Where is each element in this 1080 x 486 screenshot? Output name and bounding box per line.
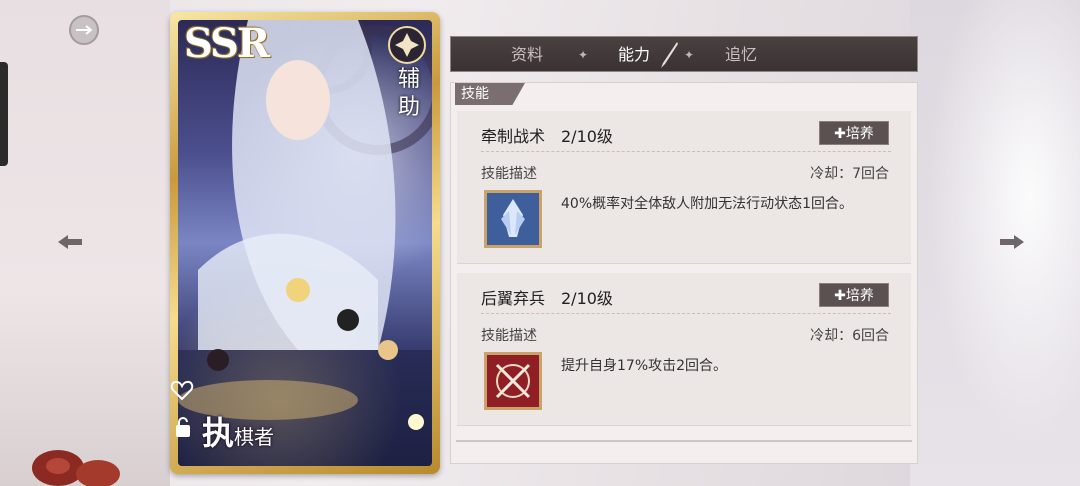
lock-icon[interactable] (174, 416, 192, 438)
train-button[interactable]: ✚培养 (819, 283, 889, 307)
skill-name: 后翼弃兵 (481, 289, 546, 308)
role-label: 辅助 (397, 67, 420, 120)
character-card[interactable]: SSR 辅助 (170, 12, 440, 474)
train-button-label: 培养 (845, 126, 874, 142)
skill-card: 后翼弃兵 2/10级 ✚培养 技能描述 冷却：6回合 提升自身17%攻击2回合。 (457, 273, 911, 426)
skills-content: 技能 牵制战术 2/10级 ✚培养 技能描述 冷却：7回合 40%概率对全体敌人… (450, 82, 918, 464)
quill-pen-icon (661, 42, 678, 68)
character-artwork (178, 20, 432, 466)
plus-icon: ✚ (834, 288, 846, 304)
character-name: 执棋者 (202, 408, 274, 454)
skill-level: 2/10级 (561, 127, 613, 146)
skill-description: 提升自身17%攻击2回合。 (561, 358, 728, 374)
crystal-icon (484, 190, 542, 248)
next-arrow-icon[interactable] (998, 232, 1026, 252)
previous-arrow-icon[interactable] (56, 232, 84, 252)
skill-description-label: 技能描述 (481, 166, 537, 182)
character-detail-panel: 资料 ✦ 能力 ✦ 追忆 技能 牵制战术 2/10级 ✚培养 技能描述 冷却：7… (450, 36, 918, 464)
bottom-rail-decoration (456, 440, 912, 442)
background-left (0, 0, 170, 486)
skill-name: 牵制战术 (481, 127, 546, 146)
divider (481, 151, 891, 152)
skill-cooldown: 冷却：6回合 (810, 328, 889, 344)
card-artwork-frame: SSR 辅助 (178, 20, 432, 466)
train-button-label: 培养 (845, 288, 874, 304)
rarity-badge: SSR (184, 20, 270, 67)
skill-cooldown: 冷却：7回合 (810, 166, 889, 182)
tab-bar: 资料 ✦ 能力 ✦ 追忆 (450, 36, 918, 72)
plus-icon: ✚ (834, 126, 846, 142)
tab-separator-icon: ✦ (578, 48, 589, 62)
divider (481, 313, 891, 314)
tab-separator-icon: ✦ (684, 48, 695, 62)
tab-ability[interactable]: 能力 (618, 37, 650, 73)
heart-icon[interactable] (170, 378, 194, 402)
role-emblem-icon (388, 26, 426, 64)
ornament-emblem-icon (69, 15, 99, 45)
skill-description: 40%概率对全体敌人附加无法行动状态1回合。 (561, 196, 854, 212)
tab-info[interactable]: 资料 (511, 37, 543, 73)
tab-memory[interactable]: 追忆 (725, 37, 757, 73)
side-handle[interactable] (0, 62, 8, 166)
section-label: 技能 (455, 83, 525, 105)
character-name-main: 执 (202, 414, 235, 452)
skill-card: 牵制战术 2/10级 ✚培养 技能描述 冷却：7回合 40%概率对全体敌人附加无… (457, 111, 911, 264)
skill-level: 2/10级 (561, 289, 613, 308)
skill-description-label: 技能描述 (481, 328, 537, 344)
character-name-sub: 棋者 (234, 425, 275, 449)
background-right (910, 0, 1080, 486)
roses-decoration (32, 450, 120, 486)
crossed-swords-icon (484, 352, 542, 410)
train-button[interactable]: ✚培养 (819, 121, 889, 145)
